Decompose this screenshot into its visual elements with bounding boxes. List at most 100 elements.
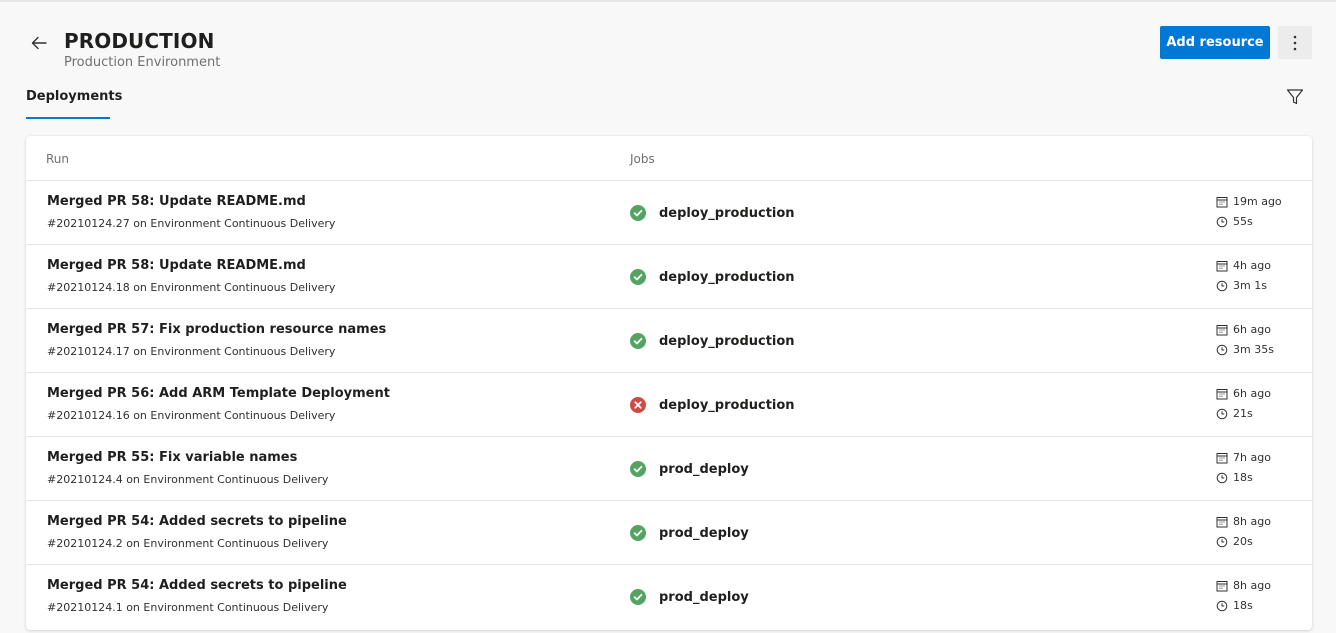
arrow-left-icon [31, 36, 47, 50]
table-row[interactable]: Merged PR 58: Update README.md #20210124… [26, 245, 1312, 309]
job-name: prod_deploy [659, 525, 749, 541]
run-title: Merged PR 57: Fix production resource na… [47, 322, 387, 337]
calendar-icon [1216, 388, 1228, 399]
run-time: 6h ago [1216, 387, 1306, 400]
run-duration-value: 18s [1233, 599, 1253, 612]
run-on-text: on [126, 601, 140, 614]
run-when: 6h ago [1233, 323, 1271, 336]
run-when: 4h ago [1233, 259, 1271, 272]
table-row[interactable]: Merged PR 56: Add ARM Template Deploymen… [26, 373, 1312, 437]
add-resource-button[interactable]: Add resource [1160, 26, 1270, 59]
run-duration-value: 18s [1233, 471, 1253, 484]
table-row[interactable]: Merged PR 58: Update README.md #20210124… [26, 181, 1312, 245]
job-cell[interactable]: prod_deploy [630, 523, 749, 543]
calendar-icon [1216, 516, 1228, 527]
job-cell[interactable]: deploy_production [630, 331, 795, 351]
run-duration: 21s [1216, 407, 1306, 420]
run-pipeline: Environment Continuous Delivery [150, 217, 336, 230]
calendar-icon [1216, 452, 1228, 463]
calendar-icon [1216, 324, 1228, 335]
table-body: Merged PR 58: Update README.md #20210124… [26, 181, 1312, 628]
job-name: prod_deploy [659, 589, 749, 605]
job-name: deploy_production [659, 397, 795, 413]
run-on-text: on [133, 217, 147, 230]
check-circle-icon [630, 589, 646, 605]
error-circle-icon [630, 397, 646, 413]
clock-icon [1216, 600, 1228, 611]
run-title: Merged PR 58: Update README.md [47, 258, 306, 273]
page-title: PRODUCTION [64, 29, 215, 53]
clock-icon [1216, 280, 1228, 291]
run-duration: 3m 1s [1216, 279, 1306, 292]
job-cell[interactable]: deploy_production [630, 267, 795, 287]
run-when: 6h ago [1233, 387, 1271, 400]
more-vertical-icon [1293, 35, 1297, 50]
run-id: #20210124.27 [47, 217, 130, 230]
run-duration: 55s [1216, 215, 1306, 228]
job-name: deploy_production [659, 269, 795, 285]
run-time: 8h ago [1216, 515, 1306, 528]
run-on-text: on [133, 281, 147, 294]
run-duration-value: 3m 35s [1233, 343, 1274, 356]
check-circle-icon [630, 205, 646, 221]
run-on-text: on [133, 345, 147, 358]
run-when: 8h ago [1233, 515, 1271, 528]
clock-icon [1216, 344, 1228, 355]
job-cell[interactable]: deploy_production [630, 395, 795, 415]
run-when: 19m ago [1233, 195, 1282, 208]
run-duration-value: 55s [1233, 215, 1253, 228]
clock-icon [1216, 216, 1228, 227]
job-cell[interactable]: deploy_production [630, 203, 795, 223]
table-row[interactable]: Merged PR 54: Added secrets to pipeline … [26, 501, 1312, 565]
job-cell[interactable]: prod_deploy [630, 587, 749, 607]
tab-deployments[interactable]: Deployments [26, 89, 122, 114]
job-cell[interactable]: prod_deploy [630, 459, 749, 479]
run-title: Merged PR 55: Fix variable names [47, 450, 298, 465]
run-id: #20210124.18 [47, 281, 130, 294]
run-when: 8h ago [1233, 579, 1271, 592]
back-button[interactable] [26, 30, 52, 56]
deployments-table: Run Jobs Merged PR 58: Update README.md … [26, 136, 1312, 630]
run-pipeline: Environment Continuous Delivery [143, 473, 329, 486]
run-title: Merged PR 56: Add ARM Template Deploymen… [47, 386, 390, 401]
run-duration-value: 20s [1233, 535, 1253, 548]
run-when: 7h ago [1233, 451, 1271, 464]
run-time: 4h ago [1216, 259, 1306, 272]
run-title: Merged PR 54: Added secrets to pipeline [47, 514, 347, 529]
run-pipeline: Environment Continuous Delivery [150, 281, 336, 294]
run-time: 19m ago [1216, 195, 1306, 208]
check-circle-icon [630, 461, 646, 477]
table-row[interactable]: Merged PR 57: Fix production resource na… [26, 309, 1312, 373]
table-row[interactable]: Merged PR 55: Fix variable names #202101… [26, 437, 1312, 501]
run-subtitle: #20210124.27 on Environment Continuous D… [47, 217, 335, 230]
tab-selected-indicator [26, 117, 110, 119]
clock-icon [1216, 408, 1228, 419]
run-id: #20210124.2 [47, 537, 123, 550]
run-duration: 20s [1216, 535, 1306, 548]
table-row[interactable]: Merged PR 54: Added secrets to pipeline … [26, 565, 1312, 628]
run-on-text: on [126, 473, 140, 486]
filter-icon [1286, 89, 1304, 105]
more-actions-button[interactable] [1278, 26, 1312, 59]
run-title: Merged PR 54: Added secrets to pipeline [47, 578, 347, 593]
run-pipeline: Environment Continuous Delivery [143, 601, 329, 614]
filter-button[interactable] [1282, 84, 1308, 110]
run-pipeline: Environment Continuous Delivery [150, 345, 336, 358]
run-subtitle: #20210124.1 on Environment Continuous De… [47, 601, 328, 614]
run-id: #20210124.17 [47, 345, 130, 358]
run-time: 6h ago [1216, 323, 1306, 336]
run-duration-value: 3m 1s [1233, 279, 1267, 292]
run-subtitle: #20210124.17 on Environment Continuous D… [47, 345, 335, 358]
run-time: 8h ago [1216, 579, 1306, 592]
run-subtitle: #20210124.18 on Environment Continuous D… [47, 281, 335, 294]
calendar-icon [1216, 196, 1228, 207]
run-time: 7h ago [1216, 451, 1306, 464]
run-title: Merged PR 58: Update README.md [47, 194, 306, 209]
run-id: #20210124.16 [47, 409, 130, 422]
column-header-jobs: Jobs [630, 152, 655, 166]
calendar-icon [1216, 260, 1228, 271]
check-circle-icon [630, 333, 646, 349]
run-pipeline: Environment Continuous Delivery [143, 537, 329, 550]
job-name: deploy_production [659, 205, 795, 221]
run-duration: 18s [1216, 471, 1306, 484]
